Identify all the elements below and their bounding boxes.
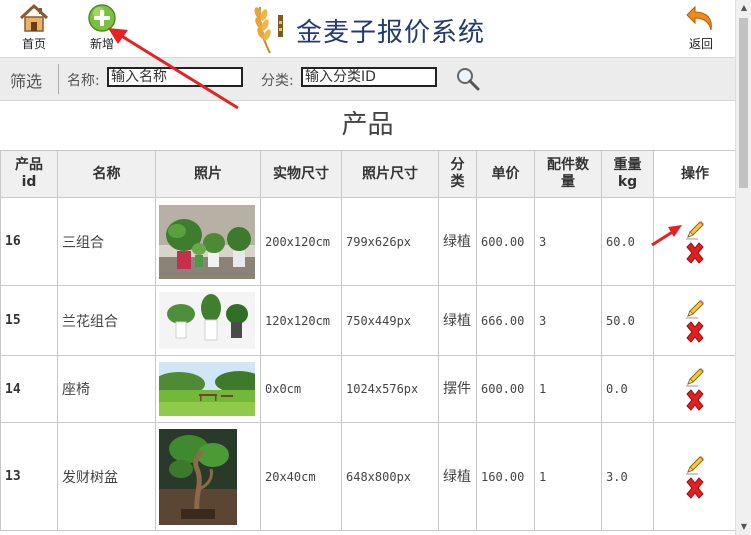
cell-id: 15 bbox=[0, 285, 58, 356]
cell-actions bbox=[653, 197, 737, 286]
back-arrow-icon bbox=[686, 5, 712, 31]
orchid-pots-photo bbox=[159, 292, 255, 349]
section-title: 产品 bbox=[341, 110, 394, 140]
cell-category: 绿植 bbox=[438, 197, 477, 286]
home-button[interactable]: 首页 bbox=[10, 3, 58, 52]
cell-photo-size: 799x626px bbox=[341, 197, 439, 286]
filter-bar: 筛选 名称: 分类: bbox=[0, 57, 735, 101]
column-header-actions: 操作 bbox=[653, 150, 737, 198]
filter-label: 筛选 bbox=[10, 72, 43, 91]
column-header-id: 产品 id bbox=[0, 150, 58, 198]
back-label: 返回 bbox=[688, 37, 713, 51]
scroll-down-icon[interactable]: ▼ bbox=[736, 519, 751, 535]
cell-photo bbox=[155, 422, 261, 531]
cell-id: 16 bbox=[0, 197, 58, 286]
cell-category: 绿植 bbox=[438, 285, 477, 356]
cell-category: 绿植 bbox=[438, 422, 477, 531]
park-bench-photo bbox=[159, 362, 255, 416]
cell-photo bbox=[155, 285, 261, 356]
delete-x-icon[interactable] bbox=[683, 320, 707, 344]
cell-category: 摆件 bbox=[438, 355, 477, 423]
back-button[interactable]: 返回 bbox=[677, 3, 725, 52]
cell-photo-size: 1024x576px bbox=[341, 355, 439, 423]
column-header-photo-size: 照片尺寸 bbox=[341, 150, 439, 198]
cell-real-size: 200x120cm bbox=[260, 197, 342, 286]
cell-actions bbox=[653, 422, 737, 531]
cell-id: 14 bbox=[0, 355, 58, 423]
home-icon bbox=[19, 4, 49, 32]
potted-plants-photo bbox=[159, 204, 255, 279]
cell-weight: 3.0 bbox=[601, 422, 654, 531]
cell-photo bbox=[155, 355, 261, 423]
cell-name: 兰花组合 bbox=[57, 285, 156, 356]
cell-weight: 50.0 bbox=[601, 285, 654, 356]
cell-parts: 1 bbox=[534, 355, 602, 423]
search-icon[interactable] bbox=[455, 66, 481, 92]
product-table: 产品 id 名称 照片 实物尺寸 照片尺寸 分类 单价 配件数量 重量 kg 操作 … bbox=[0, 150, 737, 531]
vertical-scrollbar[interactable]: ▲ ▼ bbox=[735, 0, 751, 535]
cell-parts: 1 bbox=[534, 422, 602, 531]
table-row: 15 兰花组合 120x120cm 750x449px 绿植 666.00 3 … bbox=[0, 285, 737, 356]
column-header-category: 分类 bbox=[438, 150, 477, 198]
table-row: 13 发财树盆 20x40cm 648x800px 绿植 160.00 1 3.… bbox=[0, 422, 737, 531]
cell-real-size: 20x40cm bbox=[260, 422, 342, 531]
column-header-name: 名称 bbox=[57, 150, 156, 198]
cell-weight: 60.0 bbox=[601, 197, 654, 286]
home-label: 首页 bbox=[21, 37, 46, 51]
cell-actions bbox=[653, 285, 737, 356]
add-plus-icon bbox=[88, 4, 116, 32]
edit-pencil-icon[interactable] bbox=[684, 366, 706, 388]
column-header-price: 单价 bbox=[476, 150, 535, 198]
delete-x-icon[interactable] bbox=[683, 388, 707, 412]
table-row: 16 三组合 200x120cm 799x626px 绿植 600.00 3 6… bbox=[0, 197, 737, 286]
edit-pencil-icon[interactable] bbox=[684, 219, 706, 241]
cell-price: 666.00 bbox=[476, 285, 535, 356]
bonsai-tree-photo bbox=[159, 428, 237, 525]
cell-weight: 0.0 bbox=[601, 355, 654, 423]
column-header-real-size: 实物尺寸 bbox=[260, 150, 342, 198]
delete-x-icon[interactable] bbox=[683, 476, 707, 500]
cell-photo-size: 648x800px bbox=[341, 422, 439, 531]
cell-parts: 3 bbox=[534, 285, 602, 356]
cell-id: 13 bbox=[0, 422, 58, 531]
scrollbar-thumb[interactable] bbox=[739, 18, 748, 188]
cell-photo-size: 750x449px bbox=[341, 285, 439, 356]
cell-parts: 3 bbox=[534, 197, 602, 286]
cell-price: 160.00 bbox=[476, 422, 535, 531]
cell-price: 600.00 bbox=[476, 197, 535, 286]
column-header-weight: 重量 kg bbox=[601, 150, 654, 198]
scroll-up-icon[interactable]: ▲ bbox=[736, 0, 751, 16]
name-filter-input[interactable] bbox=[107, 67, 243, 87]
edit-pencil-icon[interactable] bbox=[684, 454, 706, 476]
cell-actions bbox=[653, 355, 737, 423]
cell-photo bbox=[155, 197, 261, 286]
add-button[interactable]: 新增 bbox=[78, 3, 126, 52]
name-filter-label: 名称: bbox=[67, 73, 100, 89]
delete-x-icon[interactable] bbox=[683, 241, 707, 265]
add-label: 新增 bbox=[89, 37, 114, 51]
column-header-parts: 配件数量 bbox=[534, 150, 602, 198]
table-header-row: 产品 id 名称 照片 实物尺寸 照片尺寸 分类 单价 配件数量 重量 kg 操作 bbox=[0, 150, 737, 198]
cell-real-size: 0x0cm bbox=[260, 355, 342, 423]
app-header: 首页 新增 金麦子报价系统 返回 bbox=[0, 0, 735, 57]
category-filter-input[interactable] bbox=[301, 67, 437, 87]
cell-name: 发财树盆 bbox=[57, 422, 156, 531]
category-filter-label: 分类: bbox=[261, 73, 294, 89]
cell-real-size: 120x120cm bbox=[260, 285, 342, 356]
filter-divider bbox=[58, 64, 59, 94]
edit-pencil-icon[interactable] bbox=[684, 298, 706, 320]
table-row: 14 座椅 0x0cm 1024x576px 摆件 600.00 1 0.0 bbox=[0, 355, 737, 423]
column-header-photo: 照片 bbox=[155, 150, 261, 198]
app-title: 金麦子报价系统 bbox=[296, 18, 486, 48]
wheat-logo-icon bbox=[254, 6, 283, 54]
cell-name: 三组合 bbox=[57, 197, 156, 286]
cell-name: 座椅 bbox=[57, 355, 156, 423]
cell-price: 600.00 bbox=[476, 355, 535, 423]
